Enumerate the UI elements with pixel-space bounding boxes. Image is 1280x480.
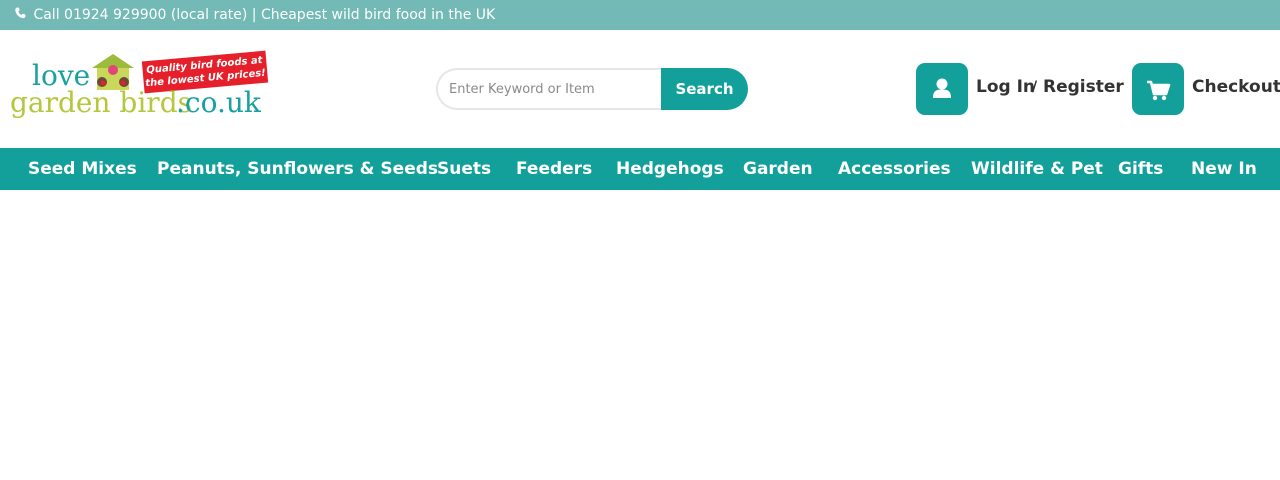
top-info-bar: Call 01924 929900 (local rate) | Cheapes… [0,0,1280,30]
search-bar: Search [436,68,748,110]
phone-icon [15,1,29,31]
search-input[interactable] [436,68,668,110]
nav-item-feeders[interactable]: Feeders [516,148,592,190]
nav-item-accessories[interactable]: Accessories [838,148,951,190]
page-content-area [0,190,1280,480]
nav-item-new-in[interactable]: New In [1191,148,1257,190]
search-button[interactable]: Search [661,68,748,110]
top-info-text: Call 01924 929900 (local rate) | Cheapes… [33,7,496,23]
checkout-link[interactable]: Checkout [1192,77,1280,97]
logo-word-domain: .co.uk [176,86,261,119]
login-link[interactable]: Log In [976,77,1035,97]
site-logo[interactable]: Quality bird foods at the lowest UK pric… [10,50,272,128]
main-navigation: Seed Mixes Peanuts, Sunflowers & Seeds S… [0,148,1280,190]
site-header: Quality bird foods at the lowest UK pric… [0,30,1280,148]
nav-item-hedgehogs[interactable]: Hedgehogs [616,148,724,190]
nav-item-wildlife-pet[interactable]: Wildlife & Pet [971,148,1103,190]
register-link[interactable]: Register [1043,77,1124,97]
nav-item-peanuts-sunflowers-seeds[interactable]: Peanuts, Sunflowers & Seeds [157,148,438,190]
login-register-separator: / [1032,79,1038,95]
logo-word-garden-birds: garden birds [10,86,192,119]
user-icon[interactable] [916,63,968,115]
shopping-cart-icon[interactable] [1132,63,1184,115]
nav-item-suets[interactable]: Suets [437,148,491,190]
nav-item-gifts[interactable]: Gifts [1118,148,1163,190]
nav-item-garden[interactable]: Garden [743,148,813,190]
nav-item-seed-mixes[interactable]: Seed Mixes [28,148,137,190]
